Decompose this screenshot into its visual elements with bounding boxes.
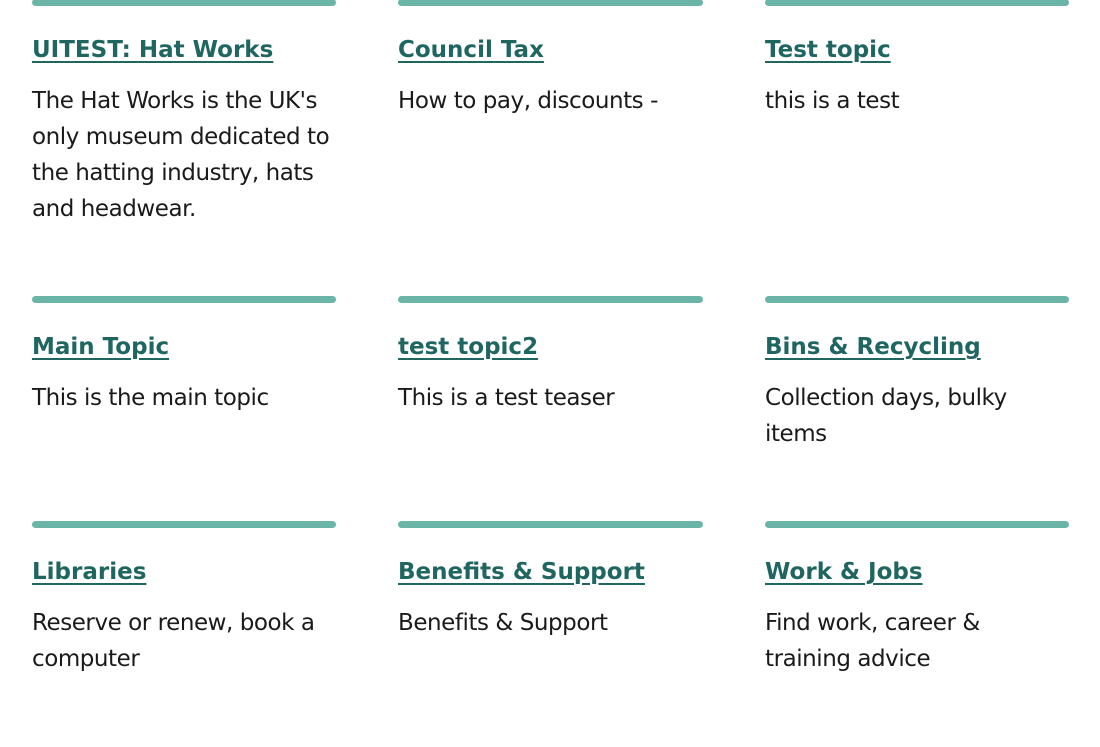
topic-teaser: The Hat Works is the UK's only museum de…: [32, 88, 330, 222]
topic-card-accent-bar: [32, 0, 336, 6]
topic-link[interactable]: Main Topic: [32, 332, 336, 362]
topic-card-accent-bar: [32, 521, 336, 528]
topic-card: Work & Jobs Find work, career & training…: [765, 521, 1069, 677]
topic-card-accent-bar: [765, 0, 1069, 6]
topic-teaser: this is a test: [765, 88, 900, 114]
topic-link[interactable]: test topic2: [398, 332, 703, 362]
topic-card-accent-bar: [398, 521, 703, 528]
topic-teaser: Reserve or renew, book a computer: [32, 610, 315, 672]
topic-grid: UITEST: Hat Works The Hat Works is the U…: [0, 0, 1100, 747]
topic-teaser: This is a test teaser: [398, 385, 615, 411]
topic-card-accent-bar: [398, 296, 703, 303]
topic-card: Libraries Reserve or renew, book a compu…: [32, 521, 336, 677]
topic-link[interactable]: Work & Jobs: [765, 557, 1069, 587]
topic-link[interactable]: Libraries: [32, 557, 336, 587]
topic-teaser: Benefits & Support: [398, 610, 608, 636]
topic-card-accent-bar: [765, 521, 1069, 528]
topic-card: test topic2 This is a test teaser: [398, 296, 703, 416]
topic-teaser: Find work, career & training advice: [765, 610, 980, 672]
topic-card: Council Tax How to pay, discounts -: [398, 0, 703, 119]
topic-card-accent-bar: [765, 296, 1069, 303]
topic-card-accent-bar: [398, 0, 703, 6]
topic-link[interactable]: Test topic: [765, 35, 1069, 65]
topic-card: Test topic this is a test: [765, 0, 1069, 119]
topic-card: Benefits & Support Benefits & Support: [398, 521, 703, 641]
topic-card-accent-bar: [32, 296, 336, 303]
topic-teaser: Collection days, bulky items: [765, 385, 1007, 447]
topic-link[interactable]: Bins & Recycling: [765, 332, 1069, 362]
topic-card: Main Topic This is the main topic: [32, 296, 336, 416]
topic-card: UITEST: Hat Works The Hat Works is the U…: [32, 0, 336, 227]
topic-teaser: This is the main topic: [32, 385, 269, 411]
topic-teaser: How to pay, discounts -: [398, 88, 658, 114]
topic-link[interactable]: Benefits & Support: [398, 557, 703, 587]
topic-card: Bins & Recycling Collection days, bulky …: [765, 296, 1069, 452]
topic-link[interactable]: UITEST: Hat Works: [32, 35, 336, 65]
topic-link[interactable]: Council Tax: [398, 35, 703, 65]
